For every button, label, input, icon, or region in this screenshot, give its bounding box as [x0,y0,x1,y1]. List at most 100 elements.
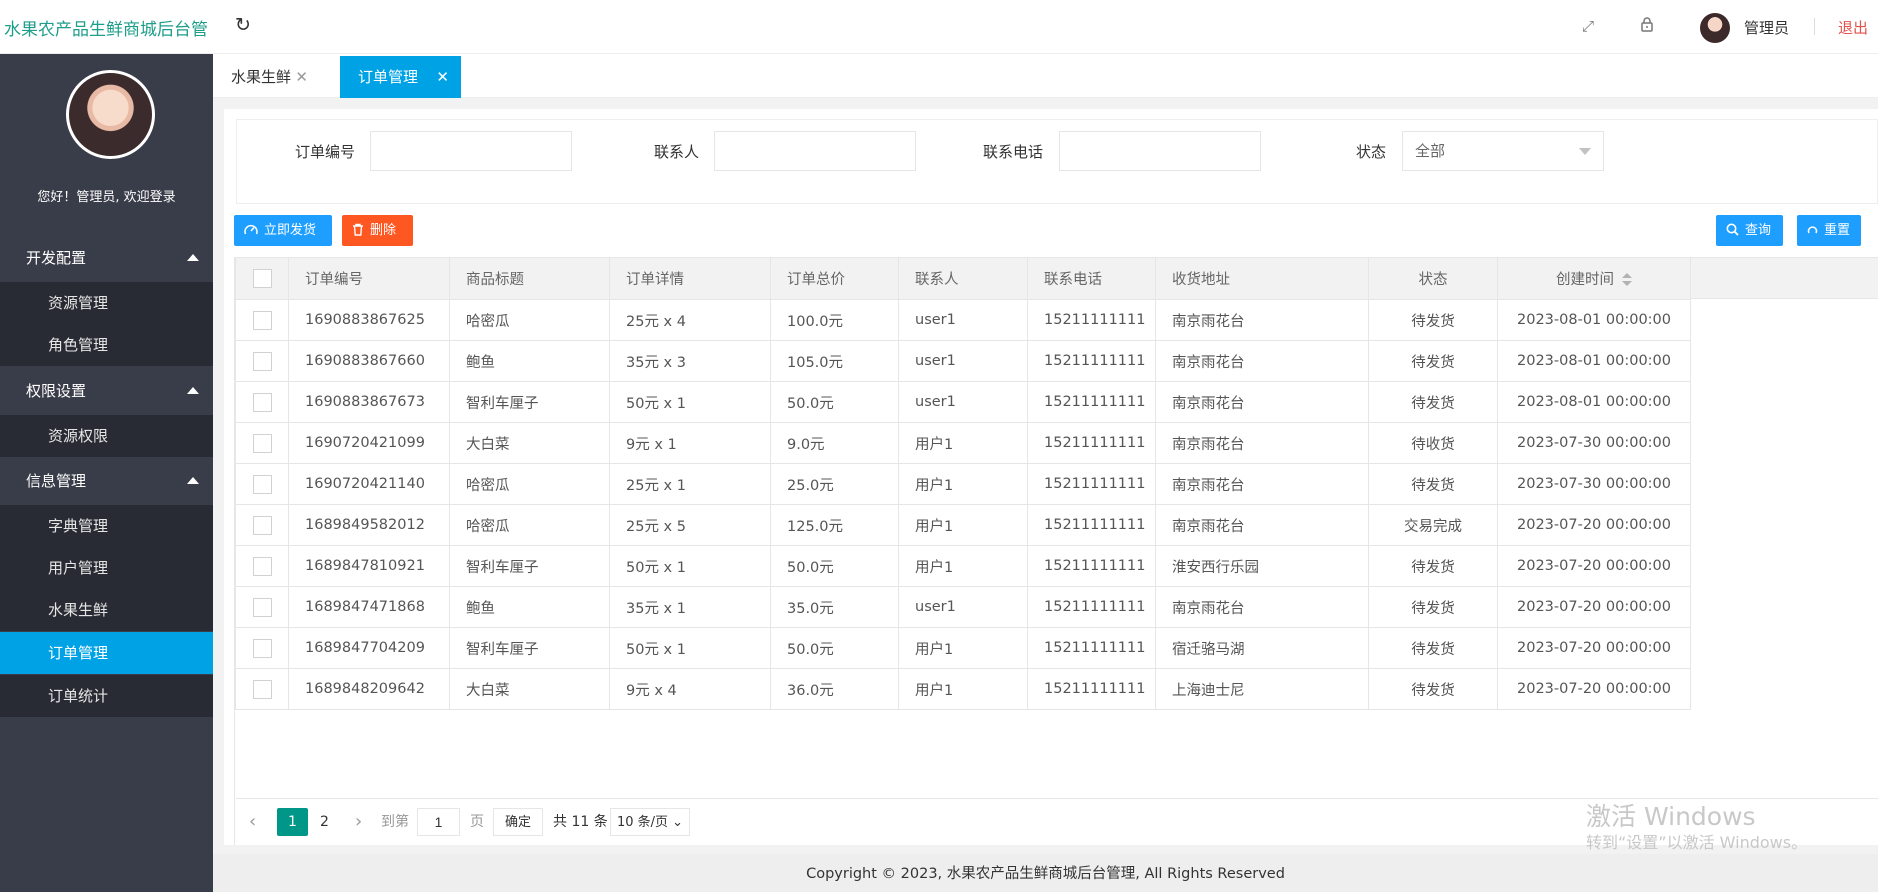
row-checkbox[interactable] [252,310,272,330]
sidebar-item-role-management[interactable]: 角色管理 [0,324,213,366]
lock-icon[interactable] [1637,16,1657,36]
table-cell: 105.0元 [770,340,899,382]
row-checkbox[interactable] [252,556,272,576]
table-cell: 15211111111 [1027,299,1156,341]
table-cell: 南京雨花台 [1155,463,1369,505]
prev-page-icon[interactable]: ‹ [249,808,256,836]
table-cell: 待发货 [1368,627,1498,669]
select-all-checkbox[interactable] [252,269,272,288]
select-all-cell [235,257,289,300]
sort-icon[interactable] [1622,273,1632,287]
table-row[interactable]: 1689847704209 智利车厘子 50元 x 1 50.0元 用户1 1521111… [235,627,1691,669]
order-no-label: 订单编号 [295,143,356,161]
close-icon[interactable]: ✕ [436,56,449,98]
column-header-created-time[interactable]: 创建时间 [1497,257,1691,300]
row-checkbox[interactable] [252,351,272,371]
close-icon[interactable]: ✕ [295,56,308,98]
table-cell: 9.0元 [770,422,899,464]
order-table: 订单编号 商品标题 订单详情 订单总价 联系人 联系电话 收货地址 状态 创建时… [235,257,1691,710]
sidebar-item-resource-permission[interactable]: 资源权限 [0,415,213,457]
column-header: 商品标题 [449,257,610,300]
status-select[interactable]: 全部 [1402,131,1604,171]
table-cell: 2023-08-01 00:00:00 [1497,381,1691,423]
row-checkbox[interactable] [252,515,272,535]
table-cell: 待发货 [1368,545,1498,587]
sidebar-item-fresh-fruit[interactable]: 水果生鲜 [0,589,213,631]
table-row[interactable]: 1690720421099 大白菜 9元 x 1 9.0元 用户1 15211111111… [235,422,1691,464]
goto-confirm-button[interactable]: 确定 [493,808,543,836]
trash-icon [352,215,364,246]
goto-page-input[interactable] [417,808,460,836]
table-cell: 50.0元 [770,545,899,587]
fullscreen-icon[interactable]: ⤢ [1578,16,1598,36]
admin-name[interactable]: 管理员 [1744,17,1789,38]
page-2-button[interactable]: 2 [320,808,329,836]
table-row[interactable]: 1690883867625 哈密瓜 25元 x 4 100.0元 user1 152111… [235,299,1691,341]
page-1-button[interactable]: 1 [277,808,308,836]
table-header-row: 订单编号 商品标题 订单详情 订单总价 联系人 联系电话 收货地址 状态 创建时… [235,257,1691,300]
tab-fresh-fruit[interactable]: 水果生鲜 ✕ [213,56,320,98]
sidebar-item-dictionary-management[interactable]: 字典管理 [0,505,213,547]
table-cell: 9元 x 1 [609,422,771,464]
sidebar-item-resource-management[interactable]: 资源管理 [0,282,213,324]
table-cell: 南京雨花台 [1155,422,1369,464]
top-header: 水果农产品生鲜商城后台管 ↻ ⤢ 管理员 退出 [0,0,1878,54]
table-cell: 35元 x 3 [609,340,771,382]
table-row[interactable]: 1689847471868 鲍鱼 35元 x 1 35.0元 user1 15211111… [235,586,1691,628]
table-cell: 9元 x 4 [609,668,771,710]
phone-input[interactable] [1059,131,1261,171]
table-cell: 1689847810921 [288,545,450,587]
table-cell: 35.0元 [770,586,899,628]
sidebar-item-order-statistics[interactable]: 订单统计 [0,675,213,717]
table-cell: 1690883867673 [288,381,450,423]
menu-group-info-management[interactable]: 信息管理 [0,460,213,502]
row-checkbox[interactable] [252,392,272,412]
table-header-filler [1690,257,1878,299]
refresh-icon[interactable]: ↻ [232,14,254,36]
table-row[interactable]: 1690883867660 鲍鱼 35元 x 3 105.0元 user1 1521111… [235,340,1691,382]
table-row[interactable]: 1690883867673 智利车厘子 50元 x 1 50.0元 user1 15211… [235,381,1691,423]
table-row[interactable]: 1689847810921 智利车厘子 50元 x 1 50.0元 用户1 1521111… [235,545,1691,587]
table-cell: 15211111111 [1027,422,1156,464]
row-checkbox[interactable] [252,638,272,658]
table-cell: user1 [898,340,1028,382]
table-cell: 鲍鱼 [449,586,610,628]
table-row[interactable]: 1689849582012 哈密瓜 25元 x 5 125.0元 用户1 15211111… [235,504,1691,546]
table-row[interactable]: 1690720421140 哈密瓜 25元 x 1 25.0元 用户1 152111111… [235,463,1691,505]
menu-group-permission-settings[interactable]: 权限设置 [0,370,213,412]
table-cell: 1690720421099 [288,422,450,464]
table-cell: 哈密瓜 [449,463,610,505]
phone-label: 联系电话 [983,143,1044,161]
tab-order-management[interactable]: 订单管理 ✕ [340,56,461,98]
sidebar-item-user-management[interactable]: 用户管理 [0,547,213,589]
next-page-icon[interactable]: › [355,808,362,836]
logout-link[interactable]: 退出 [1838,17,1868,38]
reset-label: 重置 [1824,223,1851,238]
ship-now-button[interactable]: 立即发货 [234,215,332,246]
table-row[interactable]: 1689848209642 大白菜 9元 x 4 36.0元 用户1 1521111111… [235,668,1691,710]
windows-activation-title: 激活 Windows [1586,802,1756,831]
table-cell: 15211111111 [1027,586,1156,628]
windows-activation-hint: 转到“设置”以激活 Windows。 [1586,833,1808,852]
table-cell: 待收货 [1368,422,1498,464]
query-button[interactable]: 查询 [1716,215,1783,246]
delete-button[interactable]: 删除 [342,215,413,246]
order-no-input[interactable] [370,131,572,171]
row-checkbox[interactable] [252,433,272,453]
page-size-select[interactable]: 10 条/页 ⌄ [610,808,690,836]
row-checkbox[interactable] [252,474,272,494]
contact-input[interactable] [714,131,916,171]
order-table-container: 订单编号 商品标题 订单详情 订单总价 联系人 联系电话 收货地址 状态 创建时… [234,257,1878,845]
table-cell: 2023-07-20 00:00:00 [1497,504,1691,546]
reset-button[interactable]: 重置 [1797,215,1861,246]
table-cell: 100.0元 [770,299,899,341]
row-select-cell [235,545,289,587]
ship-now-label: 立即发货 [264,223,317,238]
menu-group-dev-config[interactable]: 开发配置 [0,237,213,279]
row-checkbox[interactable] [252,597,272,617]
user-avatar[interactable] [1700,13,1730,43]
column-header: 订单详情 [609,257,771,300]
row-checkbox[interactable] [252,679,272,699]
table-cell: user1 [898,299,1028,341]
sidebar-item-order-management[interactable]: 订单管理 [0,632,213,674]
